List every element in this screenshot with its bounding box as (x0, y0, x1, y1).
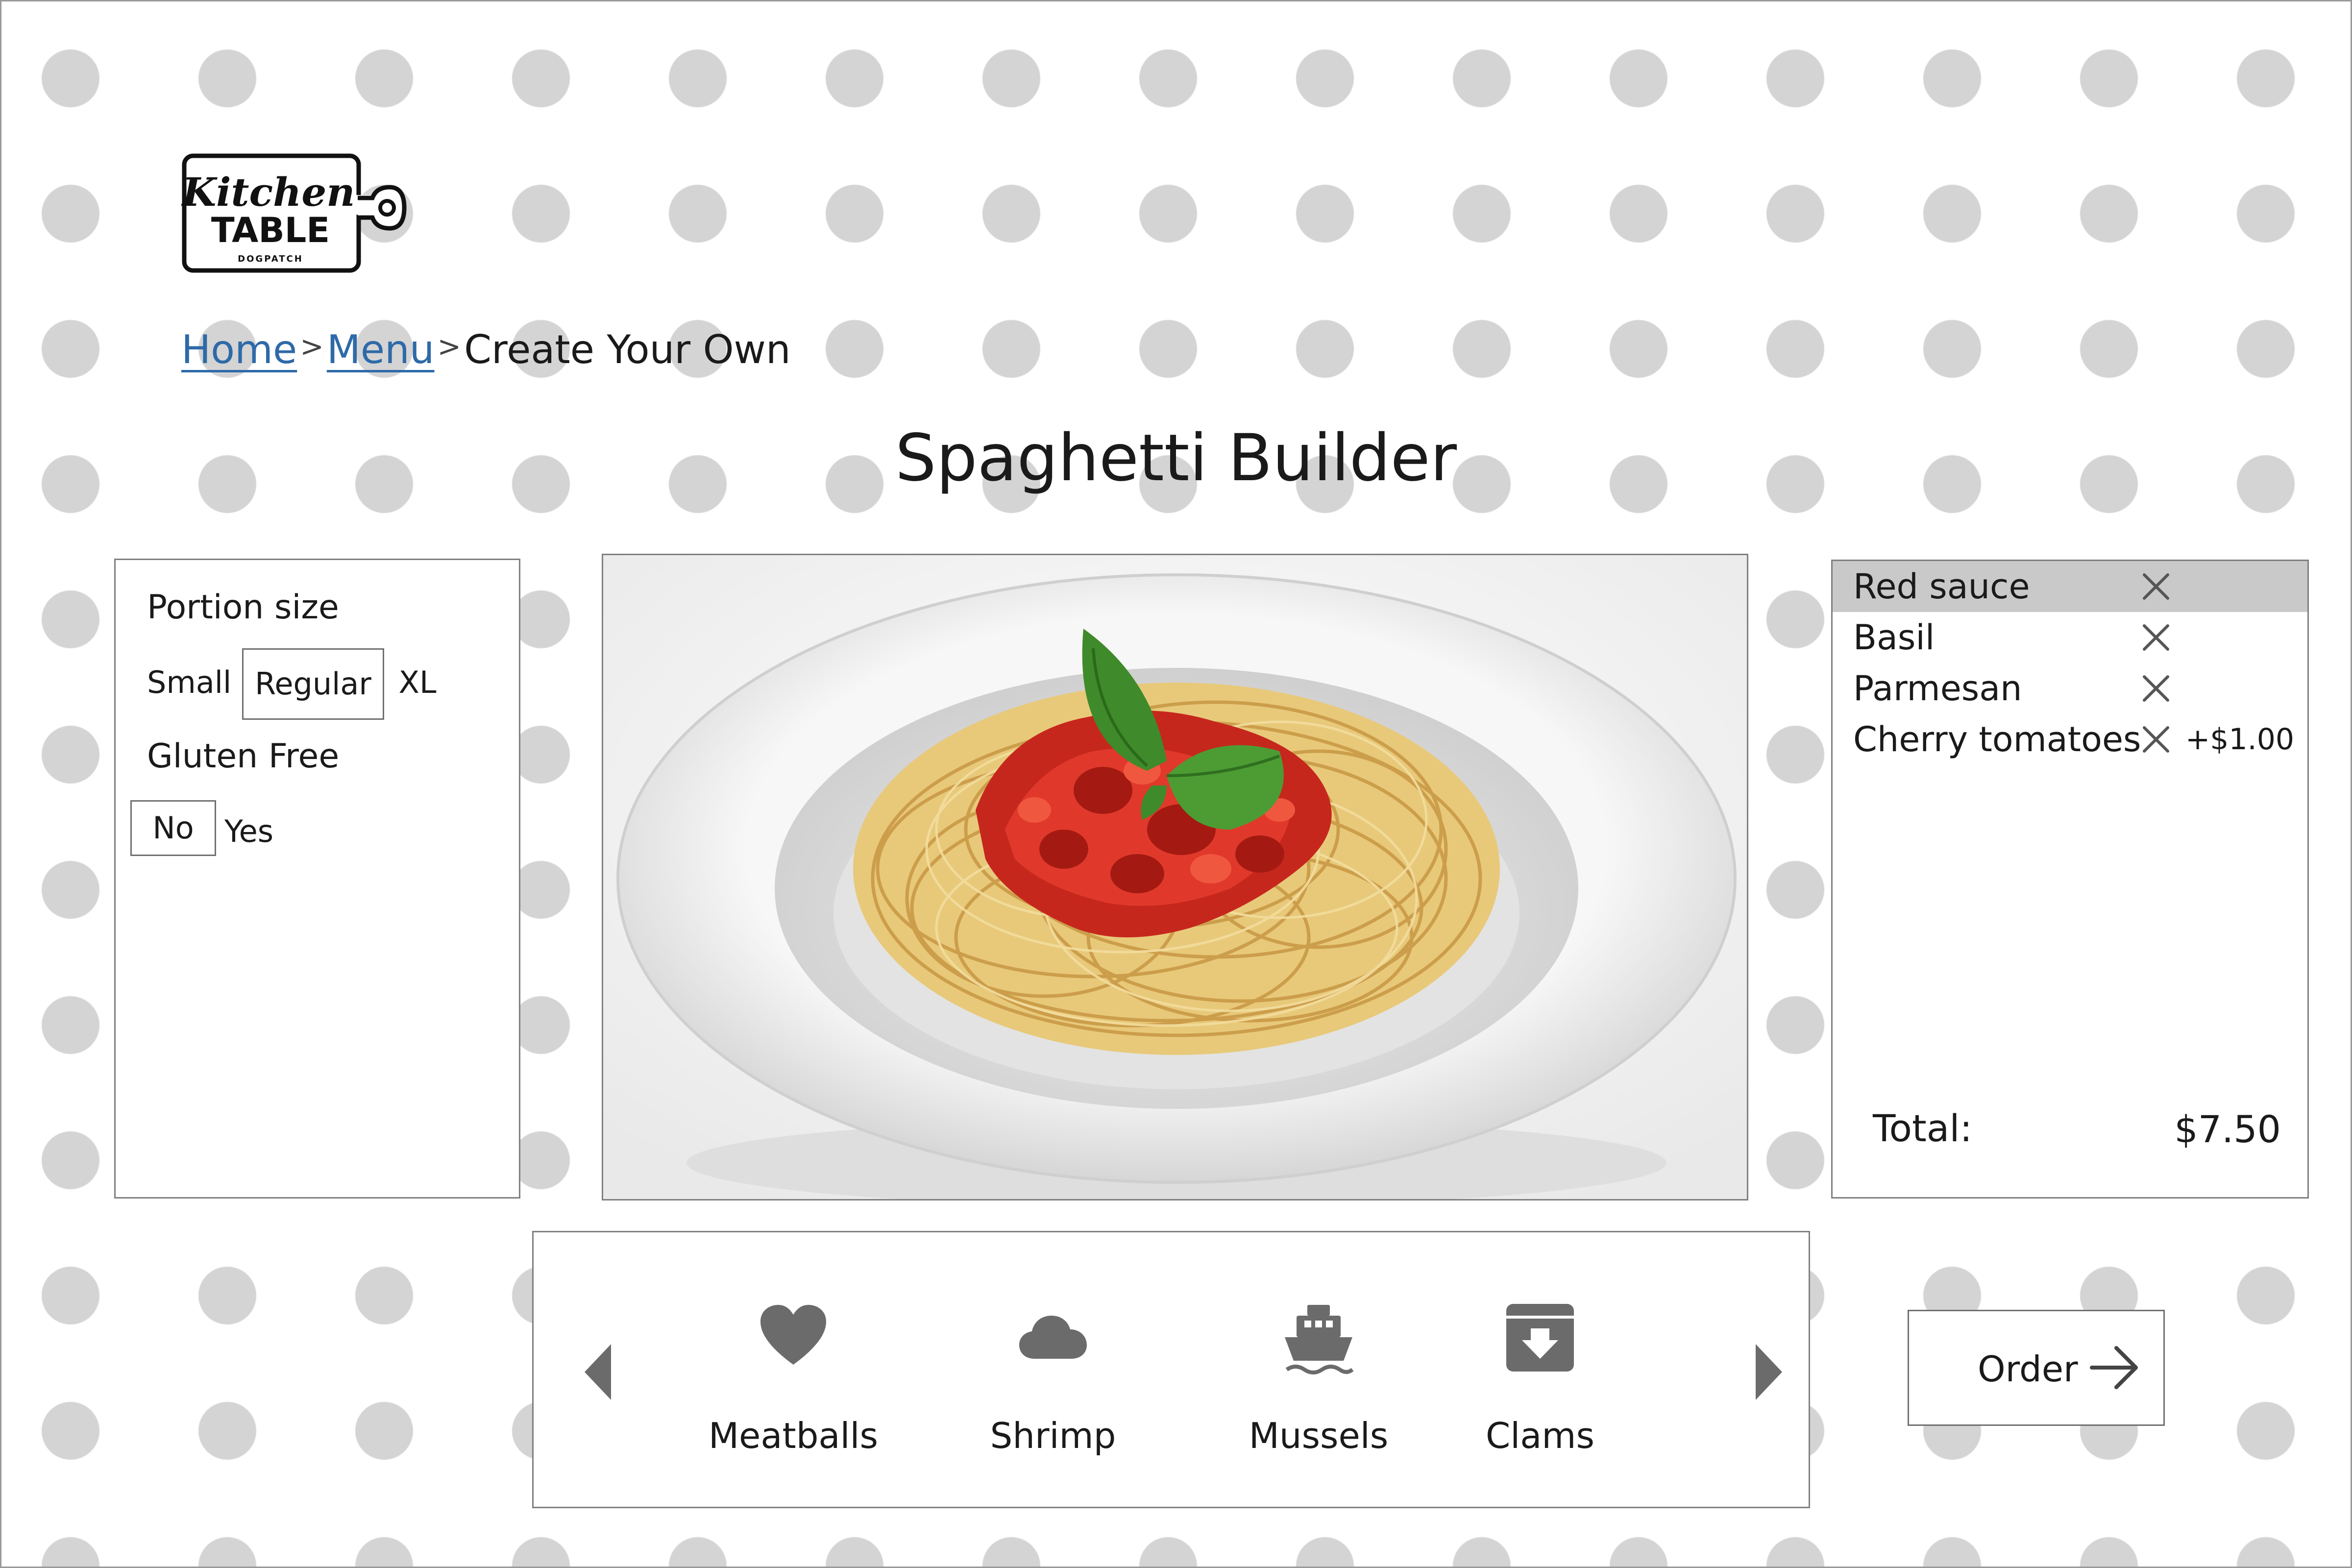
summary-item-name: Red sauce (1853, 566, 2030, 607)
remove-icon[interactable] (2140, 571, 2172, 602)
gluten-option-no[interactable]: No (130, 800, 216, 856)
order-button-label: Order (1978, 1348, 2078, 1390)
remove-icon[interactable] (2140, 622, 2172, 653)
ship-icon (1285, 1305, 1354, 1374)
breadcrumb-separator: > (437, 330, 462, 363)
portion-option-xl[interactable]: XL (393, 648, 442, 717)
svg-text:TABLE: TABLE (211, 210, 330, 250)
remove-icon[interactable] (2140, 673, 2172, 704)
portion-option-small[interactable]: Small (147, 648, 231, 717)
summary-item: Parmesan (1833, 663, 2307, 714)
topping-meatballs[interactable]: Meatballs (690, 1301, 896, 1477)
topping-label: Shrimp (990, 1415, 1116, 1456)
breadcrumb-home-link[interactable]: Home (181, 327, 297, 372)
options-panel: Portion size Small Regular XL Gluten Fre… (114, 559, 520, 1199)
spaghetti-photo (602, 554, 1748, 1200)
kitchen-table-logo[interactable]: Kitchen TABLE DOGPATCH (181, 153, 408, 273)
breadcrumb-current: Create Your Own (464, 327, 791, 372)
topping-label: Mussels (1249, 1415, 1389, 1456)
summary-item-name: Cherry tomatoes (1853, 719, 2141, 760)
portion-option-regular[interactable]: Regular (242, 648, 384, 720)
total-label: Total: (1873, 1106, 1973, 1150)
heart-icon (760, 1305, 826, 1365)
svg-text:DOGPATCH: DOGPATCH (238, 254, 303, 264)
cloud-icon (1019, 1316, 1087, 1359)
breadcrumb: Home >Menu >Create Your Own (181, 319, 791, 377)
order-button[interactable]: Order (1908, 1310, 2165, 1426)
page-title: Spaghetti Builder (895, 420, 1457, 496)
summary-item: Red sauce (1833, 561, 2307, 612)
summary-item: Basil (1833, 612, 2307, 663)
breadcrumb-menu-link[interactable]: Menu (327, 327, 435, 372)
topping-mussels[interactable]: Mussels (1216, 1301, 1421, 1477)
topping-shrimp[interactable]: Shrimp (950, 1301, 1156, 1477)
summary-item: Cherry tomatoes +$1.00 (1833, 714, 2307, 765)
spaghetti-image (603, 555, 1747, 1199)
gluten-option-yes[interactable]: Yes (220, 797, 278, 866)
summary-item-extra-price: +$1.00 (2185, 722, 2295, 757)
caret-right-icon[interactable] (1747, 1335, 1791, 1409)
order-summary-panel: Red sauce Basil Parmesan Cherry tomatoes +$1… (1831, 560, 2309, 1199)
summary-item-name: Parmesan (1853, 668, 2022, 709)
topping-clams[interactable]: Clams (1437, 1301, 1643, 1477)
archive-icon (1506, 1304, 1574, 1372)
portion-size-label: Portion size (147, 588, 339, 627)
breadcrumb-separator: > (300, 330, 324, 363)
svg-text:Kitchen: Kitchen (181, 169, 355, 215)
summary-item-name: Basil (1853, 617, 1935, 658)
total-value: $7.50 (2174, 1107, 2281, 1151)
remove-icon[interactable] (2140, 724, 2172, 755)
topping-label: Clams (1485, 1415, 1595, 1456)
gluten-free-label: Gluten Free (147, 737, 340, 776)
arrow-right-icon (2090, 1346, 2138, 1389)
caret-left-icon[interactable] (576, 1335, 620, 1409)
toppings-carousel: Meatballs Shrimp Mussels Clams (532, 1231, 1810, 1508)
topping-label: Meatballs (708, 1415, 879, 1456)
